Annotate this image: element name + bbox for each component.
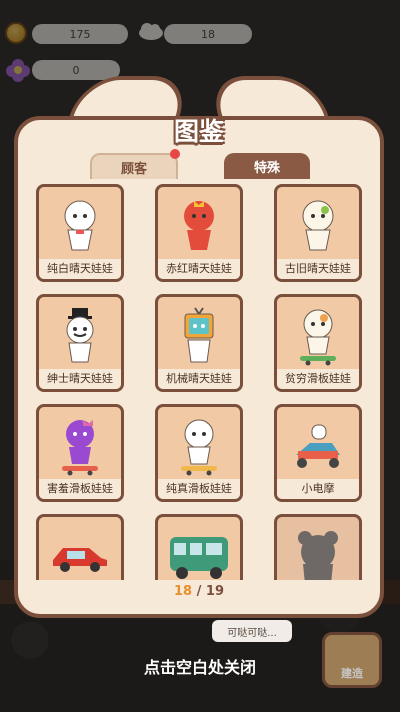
collection-panel: 图鉴 顾客 特殊 纯白晴天娃娃 赤红晴天娃娃 古旧晴天娃娃 绅士晴天娃娃 机械晴… [14, 76, 384, 618]
close-hint[interactable]: 点击空白处关闭 [0, 654, 400, 678]
card-label: 赤红晴天娃娃 [158, 259, 240, 279]
tab-special-label: 特殊 [253, 160, 280, 176]
tab-customers-label: 顾客 [120, 161, 147, 177]
old-doll-icon [302, 200, 334, 251]
card-label: 害羞滑板娃娃 [39, 479, 121, 499]
white-doll-icon [64, 200, 96, 251]
card-label: 绅士晴天娃娃 [39, 369, 121, 389]
speech-bubble: 可哒可哒... [212, 620, 292, 642]
pure-skate-doll-icon [181, 419, 217, 476]
collection-card-locked[interactable] [274, 514, 362, 580]
locked-silhouette-icon [298, 531, 338, 580]
card-label: 古旧晴天娃娃 [277, 259, 359, 279]
card-label: 纯真滑板娃娃 [158, 479, 240, 499]
red-doll-icon [184, 201, 214, 250]
collection-counter: 18 / 19 [14, 584, 384, 599]
poor-skate-doll-icon [300, 309, 336, 366]
panel-title: 图鉴 [173, 117, 224, 146]
collection-card[interactable]: 纯真滑板娃娃 [155, 404, 243, 502]
counter-separator: / [192, 584, 206, 599]
collection-grid[interactable]: 纯白晴天娃娃 赤红晴天娃娃 古旧晴天娃娃 绅士晴天娃娃 机械晴天娃娃 贫穷滑板娃… [36, 184, 362, 580]
card-label: 小电摩 [277, 479, 359, 499]
green-van-icon [170, 537, 228, 579]
collection-card[interactable]: 纯白晴天娃娃 [36, 184, 124, 282]
robot-doll-icon [184, 307, 214, 363]
scooter-icon [296, 424, 340, 468]
collection-card[interactable]: 古旧晴天娃娃 [274, 184, 362, 282]
card-label: 机械晴天娃娃 [158, 369, 240, 389]
collection-card[interactable]: 赤红晴天娃娃 [155, 184, 243, 282]
tab-special[interactable]: 特殊 [224, 153, 310, 179]
collection-card[interactable]: 绅士晴天娃娃 [36, 294, 124, 392]
collection-card[interactable]: 贫穷滑板娃娃 [274, 294, 362, 392]
collection-card[interactable]: 小电摩 [274, 404, 362, 502]
collection-card[interactable] [155, 514, 243, 580]
card-label: 贫穷滑板娃娃 [277, 369, 359, 389]
collection-card[interactable]: 害羞滑板娃娃 [36, 404, 124, 502]
shy-skate-doll-icon [62, 420, 98, 476]
notification-dot [170, 149, 180, 159]
gentleman-doll-icon [66, 308, 94, 363]
card-label: 纯白晴天娃娃 [39, 259, 121, 279]
tab-customers[interactable]: 顾客 [90, 149, 180, 179]
collection-card[interactable]: 机械晴天娃娃 [155, 294, 243, 392]
collection-card[interactable] [36, 514, 124, 580]
red-car-icon [53, 548, 107, 572]
counter-total: 19 [205, 584, 224, 599]
counter-current: 18 [174, 584, 193, 599]
